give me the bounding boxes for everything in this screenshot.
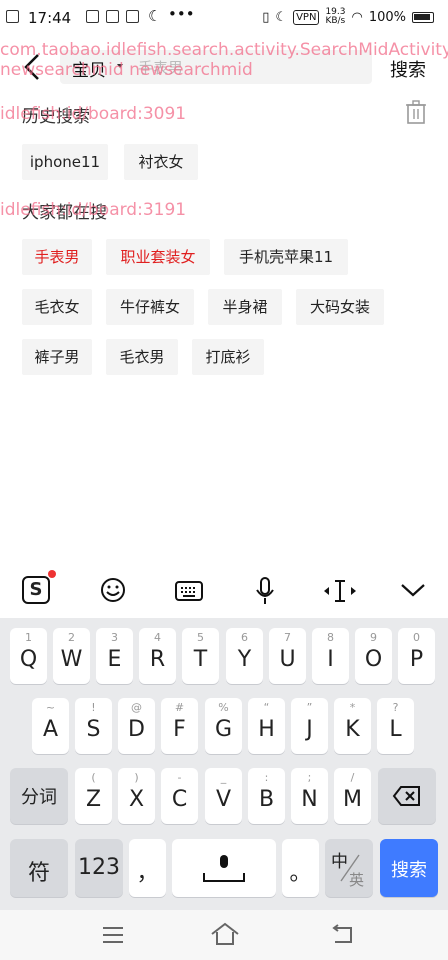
key-c[interactable]: -C — [161, 768, 198, 824]
vpn-badge: VPN — [293, 9, 320, 25]
emoji-icon[interactable] — [100, 577, 126, 603]
space-mic-icon — [203, 855, 245, 882]
microphone-icon[interactable] — [255, 576, 275, 606]
hot-chip[interactable]: 打底衫 — [192, 339, 264, 375]
comma-key[interactable]: ， — [129, 839, 166, 897]
home-icon[interactable] — [210, 922, 240, 946]
key-g[interactable]: % G — [205, 698, 242, 754]
status-time: 17:44 — [28, 9, 72, 27]
key-l[interactable]: ? L — [377, 698, 414, 754]
symbol-key[interactable]: 符 — [10, 839, 68, 897]
cursor-move-icon[interactable] — [322, 578, 358, 604]
key-h[interactable]: “H — [248, 698, 285, 754]
history-board-overlay: idlefish:id/board:3091 — [0, 104, 187, 124]
segment-key[interactable]: 分词 — [10, 768, 68, 824]
key-t[interactable]: 5T — [182, 628, 219, 684]
key-z[interactable]: (Z — [75, 768, 112, 824]
key-k[interactable]: * K — [334, 698, 371, 754]
dnd-moon-icon: ☾ — [275, 9, 288, 25]
hot-chip[interactable]: 裤子男 — [22, 339, 92, 375]
notification-dot — [48, 570, 56, 578]
key-p[interactable]: 0P — [398, 628, 435, 684]
video-icon — [126, 10, 139, 23]
battery-icon — [412, 11, 434, 23]
key-n[interactable]: ; N — [291, 768, 328, 824]
search-key[interactable]: 搜索 — [380, 839, 438, 897]
backspace-key[interactable] — [378, 768, 436, 824]
slash-divider-icon — [340, 854, 360, 882]
battery-percent: 100% — [368, 9, 406, 25]
hot-chip[interactable]: 半身裙 — [208, 289, 282, 325]
collapse-keyboard-icon[interactable] — [400, 582, 426, 598]
wifi-icon: ◠ — [351, 9, 363, 25]
key-s[interactable]: ! S — [75, 698, 112, 754]
sogou-logo-icon[interactable]: S — [22, 576, 50, 604]
key-e[interactable]: 3E — [96, 628, 133, 684]
history-chip[interactable]: iphone11 — [22, 144, 108, 180]
activity-overlay-line2: newsearchmid newsearchmid — [0, 60, 253, 80]
key-o[interactable]: 9O — [355, 628, 392, 684]
key-m[interactable]: / M — [334, 768, 371, 824]
hot-chip[interactable]: 职业套装女 — [106, 239, 210, 275]
language-switch-key[interactable]: 中 英 — [325, 839, 373, 897]
key-y[interactable]: 6Y — [226, 628, 263, 684]
navigation-bar — [0, 910, 448, 960]
status-right: ▯ ☾ VPN 19.3 KB/s ◠ 100% — [262, 8, 434, 26]
key-i[interactable]: 8I — [312, 628, 349, 684]
hot-chip[interactable]: 毛衣女 — [22, 289, 92, 325]
key-x[interactable]: ) X — [118, 768, 155, 824]
vibrate-icon: ▯ — [262, 9, 270, 25]
keyboard: 1Q 2W 3E 4R 5T 6Y 7U 8I 9O 0P ~ A ! S @ D #… — [0, 618, 448, 910]
key-u[interactable]: 7U — [269, 628, 306, 684]
keyboard-switch-icon[interactable] — [175, 581, 203, 601]
net-speed: 19.3 KB/s — [325, 7, 346, 26]
key-f[interactable]: # F — [161, 698, 198, 754]
history-chip[interactable]: 衬衣女 — [124, 144, 198, 180]
key-v[interactable]: _ V — [205, 768, 242, 824]
hot-chip[interactable]: 手机壳苹果11 — [224, 239, 348, 275]
activity-overlay-line1: com.taobao.idlefish.search.activity.Sear… — [0, 40, 448, 60]
number-key[interactable]: 123 — [75, 839, 123, 897]
space-key[interactable] — [172, 839, 276, 897]
hot-chip[interactable]: 牛仔裤女 — [106, 289, 194, 325]
trash-icon[interactable] — [405, 99, 427, 125]
menu-icon[interactable] — [102, 926, 124, 944]
period-key[interactable]: 。 — [282, 839, 319, 897]
key-r[interactable]: 4R — [139, 628, 176, 684]
moon-icon: ☾ — [148, 7, 162, 25]
status-bar: 17:44 ☾ ••• ▯ ☾ VPN 19.3 KB/s ◠ 100% — [0, 0, 448, 36]
back-nav-icon[interactable] — [330, 924, 354, 944]
hot-chip[interactable]: 毛衣男 — [106, 339, 178, 375]
key-j[interactable]: ” J — [291, 698, 328, 754]
key-d[interactable]: @ D — [118, 698, 155, 754]
key-b[interactable]: :B — [248, 768, 285, 824]
hot-board-overlay: idlefish:id/board:3191 — [0, 200, 187, 220]
shield-icon — [86, 10, 99, 23]
hot-chip[interactable]: 大码女装 — [296, 289, 384, 325]
key-q[interactable]: 1Q — [10, 628, 47, 684]
key-w[interactable]: 2W — [53, 628, 90, 684]
key-a[interactable]: ~ A — [32, 698, 69, 754]
backspace-icon — [392, 786, 420, 806]
more-icon: ••• — [168, 5, 195, 23]
doc-icon — [6, 10, 19, 23]
app-icon — [106, 10, 119, 23]
hot-chip[interactable]: 手表男 — [22, 239, 92, 275]
keyboard-toolbar: S — [0, 564, 448, 618]
